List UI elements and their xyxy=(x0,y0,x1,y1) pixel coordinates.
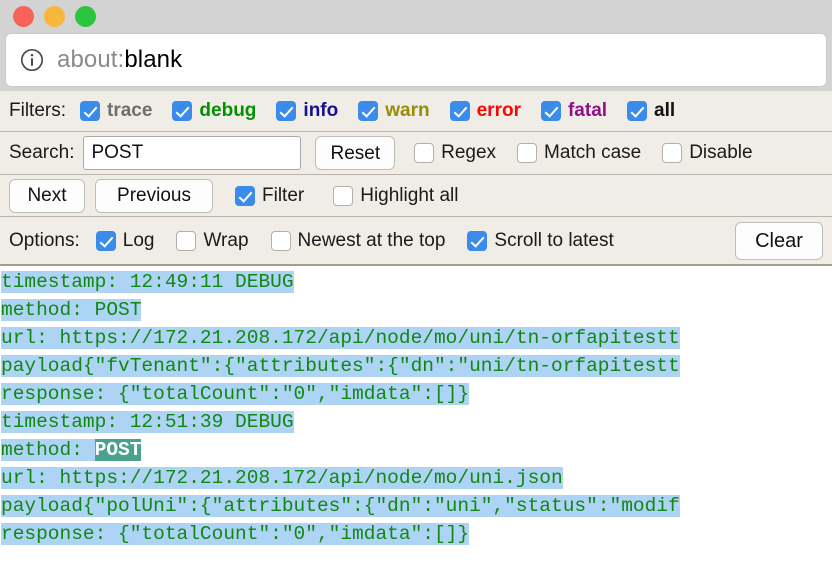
reset-button[interactable]: Reset xyxy=(315,136,396,170)
log-line-text: url: https://172.21.208.172/api/node/mo/… xyxy=(1,327,680,349)
filter-checkbox-info[interactable]: info xyxy=(276,100,338,122)
disable-label: Disable xyxy=(689,142,753,163)
filter-checkbox-error[interactable]: error xyxy=(449,100,521,122)
log-line: payload{"polUni":{"attributes":{"dn":"un… xyxy=(0,492,832,520)
regex-checkbox[interactable]: Regex xyxy=(414,142,496,164)
log-line: method: POST xyxy=(0,296,832,324)
checkbox-box-disable[interactable] xyxy=(662,143,683,163)
filter-checkbox-all[interactable]: all xyxy=(627,100,675,122)
search-nav-toolbar: Next Previous Filter Highlight all xyxy=(0,175,832,217)
log-line-text: timestamp: 12:51:39 DEBUG xyxy=(1,411,294,433)
checkbox-box-trace[interactable] xyxy=(80,101,100,121)
filter-label-fatal: fatal xyxy=(567,100,608,121)
filters-label: Filters: xyxy=(9,100,66,121)
newest-at-top-checkbox[interactable]: Newest at the top xyxy=(270,229,446,252)
scroll-to-latest-label: Scroll to latest xyxy=(494,229,614,251)
log-line-text: response: {"totalCount":"0","imdata":[]} xyxy=(1,523,470,545)
filter-label-error: error xyxy=(476,100,521,121)
highlight-all-checkbox[interactable]: Highlight all xyxy=(333,185,458,207)
url-scheme: about: xyxy=(57,46,125,73)
match-case-label: Match case xyxy=(544,142,642,163)
options-label: Options: xyxy=(9,229,80,251)
checkbox-box-info[interactable] xyxy=(276,101,297,121)
log-line-text: response: {"totalCount":"0","imdata":[]} xyxy=(1,383,470,405)
address-bar-text: about:blank xyxy=(57,46,182,74)
log-output-pane[interactable]: timestamp: 12:49:11 DEBUG method: POST url… xyxy=(0,266,832,574)
log-line-text: payload{"fvTenant":{"attributes":{"dn":"… xyxy=(1,355,680,377)
disable-checkbox[interactable]: Disable xyxy=(662,142,753,164)
scroll-to-latest-checkbox[interactable]: Scroll to latest xyxy=(467,229,614,252)
checkbox-box-regex[interactable] xyxy=(414,143,435,163)
checkbox-box-wrap[interactable] xyxy=(176,230,197,251)
filters-toolbar: Filters: trace debug info warn error fat… xyxy=(0,91,832,132)
search-input[interactable] xyxy=(83,136,302,170)
filter-checkbox-debug[interactable]: debug xyxy=(172,100,256,122)
filter-results-label: Filter xyxy=(262,184,305,206)
newest-at-top-label: Newest at the top xyxy=(297,229,446,251)
filter-label-warn: warn xyxy=(385,100,430,121)
regex-label: Regex xyxy=(441,142,497,163)
next-button[interactable]: Next xyxy=(9,178,85,213)
filter-label-trace: trace xyxy=(107,100,153,121)
browser-window: about:blank Filters: trace debug info wa… xyxy=(0,0,832,588)
highlight-all-label: Highlight all xyxy=(360,184,459,206)
minimize-window-button[interactable] xyxy=(44,6,65,27)
window-titlebar xyxy=(0,0,832,33)
checkbox-box-fatal[interactable] xyxy=(540,101,561,121)
match-case-checkbox[interactable]: Match case xyxy=(517,142,641,164)
filter-results-checkbox[interactable]: Filter xyxy=(235,185,304,207)
checkbox-box-all[interactable] xyxy=(627,101,648,121)
log-checkbox[interactable]: Log xyxy=(95,229,155,252)
clear-button[interactable]: Clear xyxy=(735,221,823,260)
log-line: timestamp: 12:49:11 DEBUG xyxy=(0,268,832,296)
log-line-text: url: https://172.21.208.172/api/node/mo/… xyxy=(1,467,563,489)
wrap-label: Wrap xyxy=(203,229,249,251)
log-line-text: method: POST xyxy=(1,439,142,461)
log-line: timestamp: 12:51:39 DEBUG xyxy=(0,408,832,436)
checkbox-box-match-case[interactable] xyxy=(517,143,538,163)
filter-label-all: all xyxy=(654,100,676,121)
log-label: Log xyxy=(122,229,155,251)
log-line: payload{"fvTenant":{"attributes":{"dn":"… xyxy=(0,352,832,380)
checkbox-box-highlight-all[interactable] xyxy=(333,185,354,206)
checkbox-box-scroll-to-latest[interactable] xyxy=(467,230,488,251)
previous-button[interactable]: Previous xyxy=(95,178,213,213)
filter-checkbox-trace[interactable]: trace xyxy=(80,100,152,122)
wrap-checkbox[interactable]: Wrap xyxy=(176,229,249,252)
checkbox-box-warn[interactable] xyxy=(358,101,379,121)
maximize-window-button[interactable] xyxy=(75,6,96,27)
checkbox-box-filter[interactable] xyxy=(235,185,255,206)
checkbox-box-debug[interactable] xyxy=(172,101,193,121)
url-value: blank xyxy=(124,46,183,73)
checkbox-box-log[interactable] xyxy=(95,230,116,251)
log-line-text: timestamp: 12:49:11 DEBUG xyxy=(1,271,294,293)
close-window-button[interactable] xyxy=(13,6,34,27)
urlbar-container: about:blank xyxy=(0,33,832,91)
log-line: url: https://172.21.208.172/api/node/mo/… xyxy=(0,324,832,352)
log-line: method: POST xyxy=(0,436,832,464)
filter-checkbox-fatal[interactable]: fatal xyxy=(540,100,608,122)
log-line: url: https://172.21.208.172/api/node/mo/… xyxy=(0,464,832,492)
log-line-text: method: POST xyxy=(1,299,142,321)
checkbox-box-error[interactable] xyxy=(449,101,470,121)
options-toolbar: Options: Log Wrap Newest at the top Scro… xyxy=(0,217,832,266)
search-toolbar: Search: Reset Regex Match case Disable xyxy=(0,132,832,175)
address-bar[interactable]: about:blank xyxy=(5,33,827,87)
log-line: response: {"totalCount":"0","imdata":[]} xyxy=(0,380,832,408)
log-line-text: payload{"polUni":{"attributes":{"dn":"un… xyxy=(1,495,680,517)
filter-label-info: info xyxy=(303,100,339,121)
info-circle-icon[interactable] xyxy=(20,48,44,72)
filter-checkbox-warn[interactable]: warn xyxy=(358,100,430,122)
search-match-highlight: POST xyxy=(94,439,142,461)
filter-label-debug: debug xyxy=(199,100,257,121)
checkbox-box-newest-at-top[interactable] xyxy=(270,230,291,251)
log-line: response: {"totalCount":"0","imdata":[]} xyxy=(0,520,832,548)
search-label: Search: xyxy=(9,142,75,163)
